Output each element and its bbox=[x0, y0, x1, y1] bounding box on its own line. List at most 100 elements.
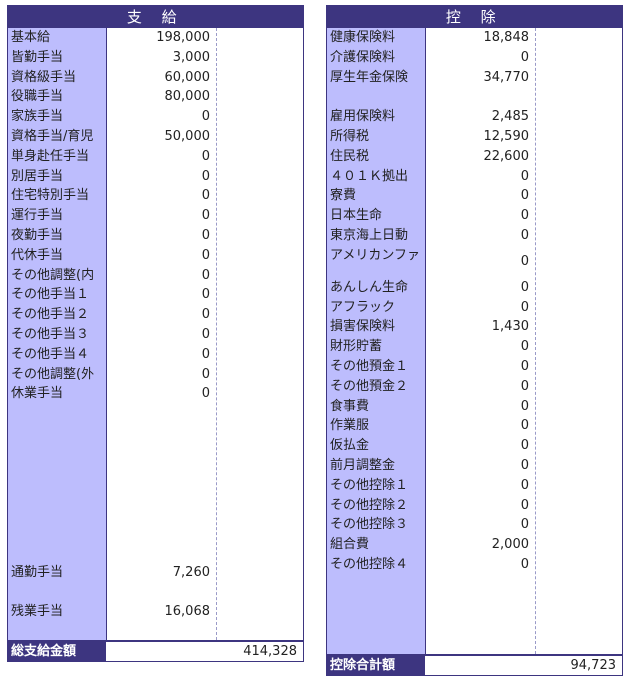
payment-total-row: 総支給金額 414,328 bbox=[7, 641, 304, 662]
payment-value: 0 bbox=[201, 267, 210, 283]
deduction-label: 食事費 bbox=[330, 398, 370, 414]
deduction-value: 12,590 bbox=[483, 129, 530, 144]
deduction-value: 0 bbox=[520, 299, 529, 315]
deduction-value: 2,485 bbox=[491, 109, 529, 125]
deduction-row: その他預金２ 0 bbox=[327, 377, 624, 397]
deduction-row: その他預金１ 0 bbox=[327, 357, 624, 377]
payment-row: その他調整(外 0 bbox=[8, 365, 305, 385]
deduction-panel: 控 除 健康保険料 18,848 介護保険料 0 厚生年金保険 34,770 雇用保険料 2,… bbox=[326, 5, 623, 655]
payment-label: 残業手当 bbox=[11, 604, 64, 619]
deduction-label: 前月調整金 bbox=[330, 458, 396, 473]
payment-row: 休業手当 0 bbox=[8, 384, 305, 404]
deduction-row: 厚生年金保険 34,770 bbox=[327, 68, 624, 88]
payment-label: 役職手当 bbox=[11, 89, 64, 105]
deduction-label: 作業服 bbox=[330, 418, 370, 434]
deduction-value: 0 bbox=[520, 208, 529, 224]
payment-header: 支 給 bbox=[8, 6, 303, 28]
payment-value: 0 bbox=[201, 188, 210, 204]
payment-panel: 支 給 基本給 198,000 皆勤手当 3,000 資格級手当 60,000 役職手当 80… bbox=[7, 5, 304, 641]
payment-row: 資格手当/育児 50,000 bbox=[8, 127, 305, 147]
deduction-label: その他控除４ bbox=[330, 557, 409, 572]
payment-value: 16,068 bbox=[164, 604, 211, 619]
deduction-label: 健康保険料 bbox=[330, 30, 396, 45]
payment-total-label: 総支給金額 bbox=[8, 642, 106, 661]
payment-label: 資格級手当 bbox=[11, 69, 77, 85]
deduction-label: その他控除２ bbox=[330, 497, 409, 513]
payment-label: その他調整(外 bbox=[11, 366, 95, 382]
deduction-value: 34,770 bbox=[483, 69, 530, 85]
deduction-label: その他預金２ bbox=[330, 378, 409, 394]
payment-value: 0 bbox=[201, 386, 210, 402]
deduction-value: 0 bbox=[520, 339, 529, 355]
deduction-value: 0 bbox=[520, 49, 529, 65]
deduction-value: 0 bbox=[520, 497, 529, 513]
deduction-value: 0 bbox=[520, 418, 529, 434]
payment-row: その他手当１ 0 bbox=[8, 285, 305, 305]
payment-row-overtime: 残業手当 16,068 bbox=[8, 602, 305, 622]
deduction-value: 22,600 bbox=[483, 148, 530, 164]
payment-label: 通勤手当 bbox=[11, 565, 64, 580]
payment-row: 資格級手当 60,000 bbox=[8, 68, 305, 88]
deduction-row: 東京海上日動 0 bbox=[327, 226, 624, 246]
deduction-row: 作業服 0 bbox=[327, 416, 624, 436]
payment-value: 60,000 bbox=[164, 69, 211, 85]
payment-row: 単身赴任手当 0 bbox=[8, 147, 305, 167]
deduction-value: 0 bbox=[520, 398, 529, 414]
deduction-value: 0 bbox=[520, 359, 529, 374]
payment-value: 0 bbox=[201, 148, 210, 164]
deduction-row: 雇用保険料 2,485 bbox=[327, 107, 624, 127]
deduction-row: その他控除３ 0 bbox=[327, 515, 624, 535]
payment-label: 別居手当 bbox=[11, 168, 64, 184]
payment-label: 基本給 bbox=[11, 30, 51, 45]
deduction-label: あんしん生命 bbox=[330, 279, 409, 295]
deduction-label: 東京海上日動 bbox=[330, 228, 409, 243]
deduction-value: 0 bbox=[520, 188, 529, 204]
payment-value: 0 bbox=[201, 307, 210, 323]
payment-row: 皆勤手当 3,000 bbox=[8, 48, 305, 68]
payment-label: 資格手当/育児 bbox=[11, 129, 94, 144]
deduction-row: 組合費 2,000 bbox=[327, 535, 624, 555]
deduction-row: その他控除１ 0 bbox=[327, 476, 624, 496]
payment-value: 80,000 bbox=[164, 89, 211, 105]
payment-label: 単身赴任手当 bbox=[11, 148, 90, 164]
deduction-label: その他控除３ bbox=[330, 517, 409, 533]
deduction-row: 寮費 0 bbox=[327, 186, 624, 206]
deduction-label: 厚生年金保険 bbox=[330, 69, 409, 85]
deduction-label: 日本生命 bbox=[330, 208, 383, 224]
deduction-row: 住民税 22,600 bbox=[327, 147, 624, 167]
payment-row: 夜勤手当 0 bbox=[8, 226, 305, 246]
deduction-row: 日本生命 0 bbox=[327, 206, 624, 226]
payment-value: 0 bbox=[201, 228, 210, 243]
payment-value: 0 bbox=[201, 327, 210, 342]
deduction-total-label: 控除合計額 bbox=[327, 656, 425, 675]
deduction-row: 食事費 0 bbox=[327, 397, 624, 417]
deduction-label: その他預金１ bbox=[330, 359, 409, 374]
deduction-label: 損害保険料 bbox=[330, 319, 396, 335]
payment-row: その他手当２ 0 bbox=[8, 305, 305, 325]
payment-value: 0 bbox=[201, 168, 210, 184]
payment-value: 7,260 bbox=[172, 565, 210, 580]
deduction-value: 0 bbox=[520, 458, 529, 473]
payment-value: 0 bbox=[201, 247, 210, 263]
payment-row: その他手当３ 0 bbox=[8, 325, 305, 345]
deduction-row: その他控除４ 0 bbox=[327, 555, 624, 575]
deduction-header: 控 除 bbox=[327, 6, 622, 28]
payment-label: その他手当１ bbox=[11, 287, 90, 303]
deduction-label: 所得税 bbox=[330, 129, 370, 144]
payment-row: その他調整(内 0 bbox=[8, 266, 305, 286]
payment-label: その他手当４ bbox=[11, 346, 90, 362]
deduction-value: 1,430 bbox=[491, 319, 529, 335]
deduction-total-row: 控除合計額 94,723 bbox=[326, 655, 623, 676]
deduction-label: 組合費 bbox=[330, 537, 370, 553]
payment-value: 50,000 bbox=[164, 129, 211, 144]
deduction-label: 寮費 bbox=[330, 188, 357, 204]
deduction-row: ４０１Ｋ拠出 0 bbox=[327, 167, 624, 187]
payment-label: その他手当２ bbox=[11, 307, 90, 323]
deduction-row: 前月調整金 0 bbox=[327, 456, 624, 476]
payment-row: 運行手当 0 bbox=[8, 206, 305, 226]
deduction-value: 0 bbox=[520, 253, 529, 269]
payment-row-commute: 通勤手当 7,260 bbox=[8, 563, 305, 583]
deduction-value: 0 bbox=[520, 168, 529, 184]
payment-label: 休業手当 bbox=[11, 386, 64, 402]
payment-label: 家族手当 bbox=[11, 109, 64, 125]
